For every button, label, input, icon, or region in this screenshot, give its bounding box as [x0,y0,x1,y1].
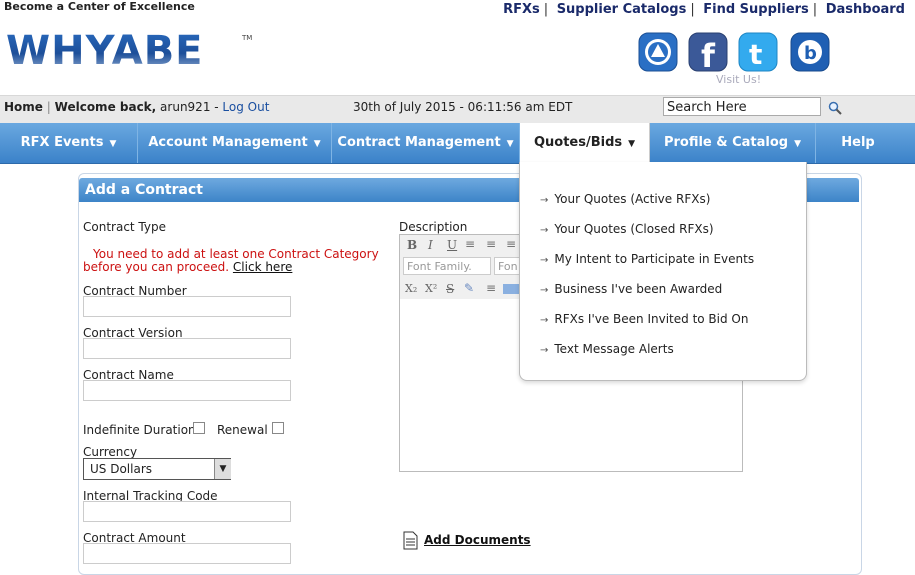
renewal-checkbox[interactable] [272,422,284,434]
align-right-icon[interactable]: ≡ [506,237,516,251]
top-link-find-suppliers[interactable]: Find Suppliers [703,2,809,17]
description-label: Description [399,220,468,234]
dropdown-item-invited-rfxs[interactable]: → RFXs I've Been Invited to Bid On [540,312,748,326]
font-family-select[interactable]: Font Family. [403,257,491,275]
svg-text:TM: TM [241,34,252,42]
internal-tracking-code-input[interactable] [83,501,291,522]
currency-select[interactable]: US Dollars [83,458,231,480]
chevron-down-icon: ▼ [109,139,117,149]
dropdown-item-business-awarded[interactable]: → Business I've been Awarded [540,282,722,296]
italic-icon[interactable]: I [428,238,433,252]
align-center-icon[interactable]: ≡ [486,237,496,251]
arrow-right-icon: → [540,195,549,206]
whyabe-social-icon[interactable] [638,32,678,72]
arrow-right-icon: → [540,225,549,236]
welcome-text: Home | Welcome back, arun921 - Log Out [4,100,270,114]
contract-version-input[interactable] [83,338,291,359]
indefinite-duration-label: Indefinite Duration [83,423,196,437]
contract-amount-input[interactable] [83,543,291,564]
tagline: Become a Center of Excellence [4,0,195,13]
chevron-down-icon: ▼ [628,139,636,149]
top-links: RFXs | Supplier Catalogs | Find Suppliers |… [503,2,905,17]
align-left-icon[interactable]: ≡ [465,237,475,251]
arrow-right-icon: → [540,285,549,296]
table-icon[interactable] [503,284,519,294]
logout-link[interactable]: Log Out [222,100,269,114]
svg-text:b: b [804,43,817,64]
arrow-right-icon: → [540,315,549,326]
dropdown-item-text-message-alerts[interactable]: → Text Message Alerts [540,342,674,356]
contract-number-input[interactable] [83,296,291,317]
nav-rfx-events[interactable]: RFX Events ▼ [0,123,138,163]
top-link-dashboard[interactable]: Dashboard [826,2,905,17]
visit-us-label: Visit Us! [716,73,762,86]
svg-text:WHYABE: WHYABE [6,30,204,74]
top-link-supplier-catalogs[interactable]: Supplier Catalogs [557,2,687,17]
indent-icon[interactable]: ≡ [486,281,496,295]
chevron-down-icon: ▼ [794,139,802,149]
strikethrough-icon[interactable]: S [446,282,454,296]
chevron-down-icon[interactable]: ▼ [214,459,231,479]
nav-profile-catalog[interactable]: Profile & Catalog ▼ [650,123,816,163]
home-link[interactable]: Home [4,100,43,114]
username: arun921 [160,100,211,114]
subscript-icon[interactable]: X₂ [405,282,417,295]
whyabe-logo[interactable]: WHYABE TM [6,30,256,78]
renewal-label: Renewal [217,423,268,437]
superscript-icon[interactable]: X² [425,282,437,295]
nav-account-management[interactable]: Account Management ▼ [138,123,332,163]
dropdown-item-closed-quotes[interactable]: → Your Quotes (Closed RFXs) [540,222,714,236]
top-link-rfxs[interactable]: RFXs [503,2,540,17]
welcome-back-label: Welcome back, [54,100,157,114]
chevron-down-icon: ▼ [313,139,321,149]
dropdown-item-active-quotes[interactable]: → Your Quotes (Active RFXs) [540,192,710,206]
category-error-message: You need to add at least one Contract Ca… [83,247,379,274]
add-documents-link[interactable]: Add Documents [424,533,531,547]
paint-icon[interactable]: ✎ [464,281,474,295]
blog-icon[interactable]: b [790,32,830,72]
svg-text:t: t [749,38,762,71]
search-input[interactable]: Search Here [663,97,821,116]
contract-type-label: Contract Type [83,220,166,234]
nav-help[interactable]: Help [816,123,900,163]
arrow-right-icon: → [540,255,549,266]
bold-icon[interactable]: B [407,238,417,252]
currency-label: Currency [83,445,138,459]
nav-quotes-bids[interactable]: Quotes/Bids ▼ [520,123,650,163]
arrow-right-icon: → [540,345,549,356]
svg-text:f: f [701,37,716,72]
search-icon[interactable] [828,101,842,115]
chevron-down-icon: ▼ [506,139,514,149]
nav-contract-management[interactable]: Contract Management ▼ [332,123,520,163]
underline-icon[interactable]: U [447,238,457,252]
indefinite-duration-checkbox[interactable] [193,422,205,434]
facebook-icon[interactable]: f [688,32,728,72]
dropdown-item-intent-to-participate[interactable]: → My Intent to Participate in Events [540,252,754,266]
datetime: 30th of July 2015 - 06:11:56 am EDT [353,100,573,114]
contract-name-input[interactable] [83,380,291,401]
document-icon [403,531,418,550]
click-here-link[interactable]: Click here [233,260,292,274]
twitter-icon[interactable]: t [738,32,778,72]
